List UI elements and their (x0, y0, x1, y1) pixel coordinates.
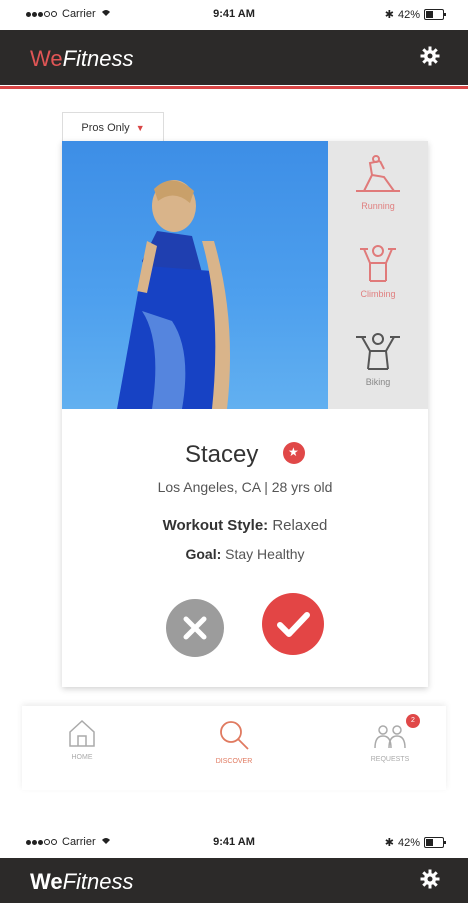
workout-style-value: Relaxed (272, 517, 328, 534)
battery-status: ✱ 42% (384, 8, 446, 21)
battery-status: ✱ 42% (384, 836, 446, 849)
profile-name-row: Stacey (62, 441, 428, 469)
chevron-down-icon: ▼ (135, 123, 145, 133)
activity-climbing: Climbing (328, 229, 428, 317)
status-bar-secondary: Carrier 9:41 AM ✱ 42% (0, 828, 468, 858)
workout-style: Workout Style: Relaxed (62, 517, 428, 534)
battery-percent: 42% (397, 8, 420, 21)
tab-home[interactable]: Home (42, 718, 122, 761)
bottom-tab-bar: Home Discover 2 Requests (22, 706, 446, 790)
reject-button[interactable] (166, 599, 224, 657)
tab-label: Discover (215, 758, 253, 765)
activity-label: Biking (365, 377, 391, 387)
climbing-icon (360, 245, 396, 282)
header-accent-line (0, 86, 468, 89)
people-icon (374, 725, 406, 749)
status-bar: Carrier 9:41 AM ✱ 42% (0, 0, 468, 30)
filter-label: Pros Only (81, 122, 130, 134)
activity-label: Running (361, 201, 395, 211)
search-icon (220, 721, 249, 750)
tab-requests[interactable]: 2 Requests (350, 714, 430, 763)
close-icon (183, 616, 207, 640)
app-logo: WeFitness (30, 46, 134, 71)
activity-list: Running Climbing Biking (328, 141, 428, 409)
app-header: WeFitness (0, 30, 468, 85)
bluetooth-icon: ✱ (384, 837, 394, 849)
bluetooth-icon: ✱ (384, 9, 394, 21)
tab-label: Home (71, 754, 93, 761)
activity-label: Climbing (360, 289, 396, 299)
gear-icon[interactable] (420, 46, 440, 66)
battery-percent: 42% (397, 836, 420, 849)
battery-icon (424, 837, 446, 848)
profile-location-age: Los Angeles, CA | 28 yrs old (157, 479, 333, 495)
goal-value: Stay Healthy (225, 546, 305, 562)
app-header-secondary: WeFitness (0, 858, 468, 903)
profile-name: Stacey (184, 441, 259, 468)
checkmark-icon (277, 612, 310, 637)
home-icon (69, 719, 95, 747)
profile-card[interactable]: Running Climbing Biking Stacey Los Angel… (62, 141, 428, 687)
workout-style-label: Workout Style: (162, 517, 269, 534)
tab-discover[interactable]: Discover (194, 718, 274, 765)
tab-label: Requests (370, 756, 410, 763)
activity-biking: Biking (328, 317, 428, 405)
goal-label: Goal: (185, 546, 222, 562)
app-logo: WeFitness (30, 869, 134, 894)
running-icon (356, 155, 400, 192)
gear-icon[interactable] (420, 869, 440, 889)
pros-only-filter[interactable]: Pros Only ▼ (62, 112, 164, 143)
activity-running: Running (328, 141, 428, 229)
pro-badge-icon (283, 441, 306, 464)
requests-badge: 2 (406, 714, 420, 728)
battery-icon (424, 9, 446, 20)
accept-button[interactable] (262, 593, 324, 655)
goal: Goal: Stay Healthy (62, 546, 428, 562)
profile-photo (62, 141, 328, 409)
weightlifting-icon (356, 333, 400, 370)
